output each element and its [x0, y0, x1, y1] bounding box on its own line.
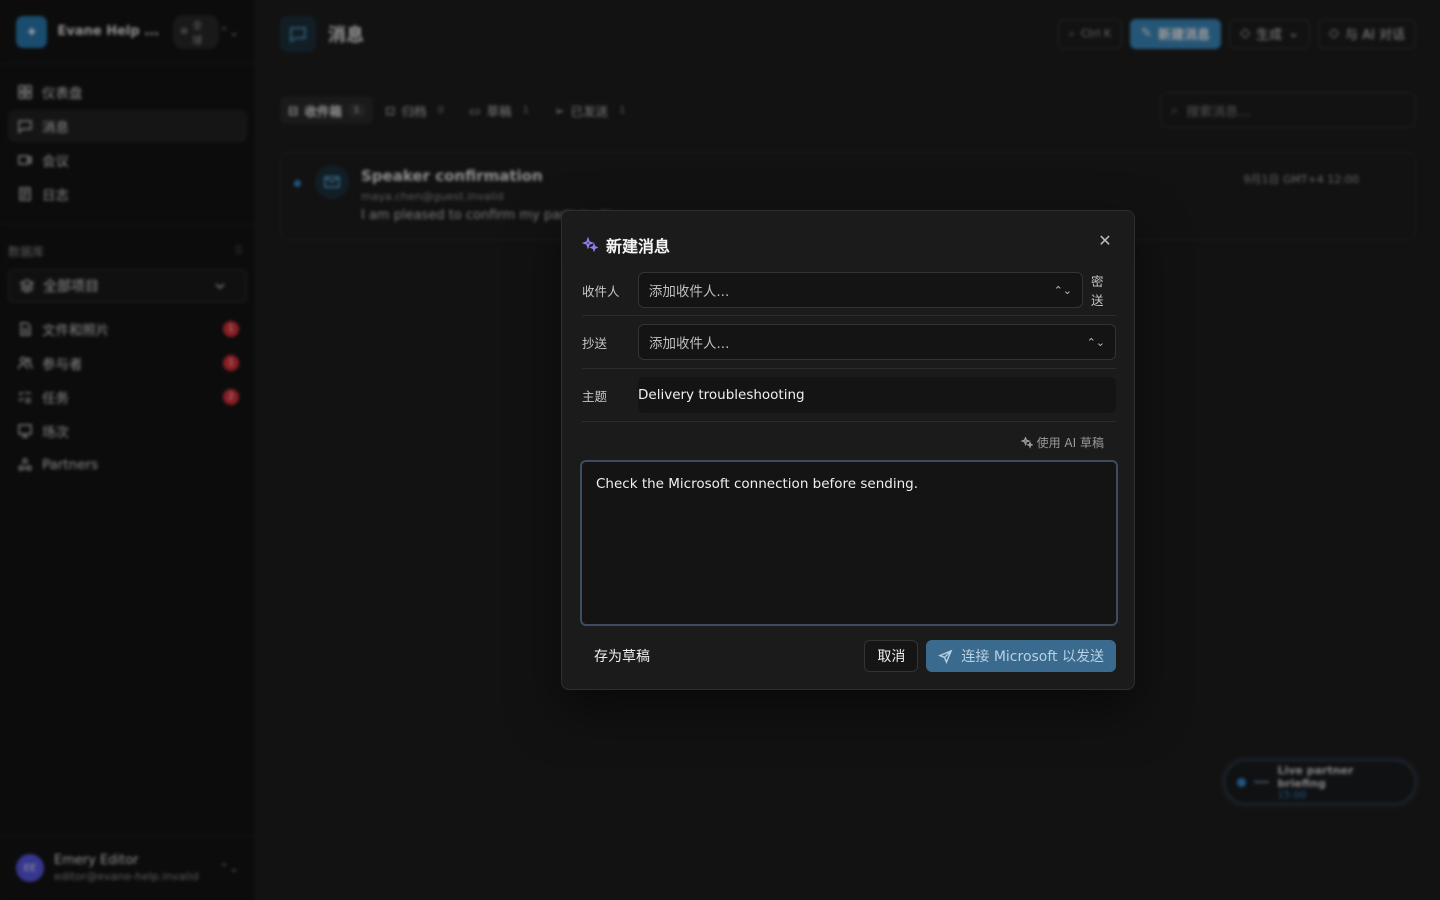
divider: [582, 315, 1116, 316]
sparkle-icon: [582, 237, 598, 253]
cc-label: 抄送: [582, 335, 608, 351]
send-icon: [938, 649, 953, 664]
to-label: 收件人: [582, 283, 620, 299]
cc-field[interactable]: 添加收件人... ⌃⌄: [638, 324, 1116, 360]
save-draft-button[interactable]: 存为草稿: [582, 646, 662, 666]
close-icon[interactable]: ✕: [1096, 231, 1114, 250]
chevron-updown-icon: ⌃⌄: [1053, 283, 1073, 297]
cc-row: 抄送 添加收件人... ⌃⌄: [582, 324, 1116, 360]
chevron-updown-icon: ⌃⌄: [1086, 335, 1105, 349]
to-row: 收件人 添加收件人... ⌃⌄ 密送: [582, 271, 1116, 309]
subject-label: 主题: [582, 388, 608, 404]
bcc-toggle[interactable]: 密送: [1091, 271, 1116, 309]
new-message-dialog: 新建消息 ✕ 收件人 添加收件人... ⌃⌄ 密送 抄送 添加收件人... ⌃⌄…: [561, 210, 1135, 690]
cancel-button[interactable]: 取消: [864, 640, 919, 672]
dialog-title: 新建消息: [582, 233, 670, 257]
ai-draft-button[interactable]: 使用 AI 草稿: [1020, 434, 1104, 451]
message-body-textarea[interactable]: Check the Microsoft connection before se…: [580, 460, 1118, 626]
sparkle-icon: [1020, 436, 1033, 449]
divider: [582, 421, 1116, 422]
subject-row: 主题 Delivery troubleshooting: [582, 377, 1116, 413]
connect-send-button[interactable]: 连接 Microsoft 以发送: [926, 640, 1116, 672]
divider: [582, 368, 1116, 369]
dialog-footer: 存为草稿 取消 连接 Microsoft 以发送: [582, 640, 1116, 672]
subject-input[interactable]: Delivery troubleshooting: [638, 377, 1116, 413]
to-field[interactable]: 添加收件人... ⌃⌄: [637, 272, 1084, 308]
